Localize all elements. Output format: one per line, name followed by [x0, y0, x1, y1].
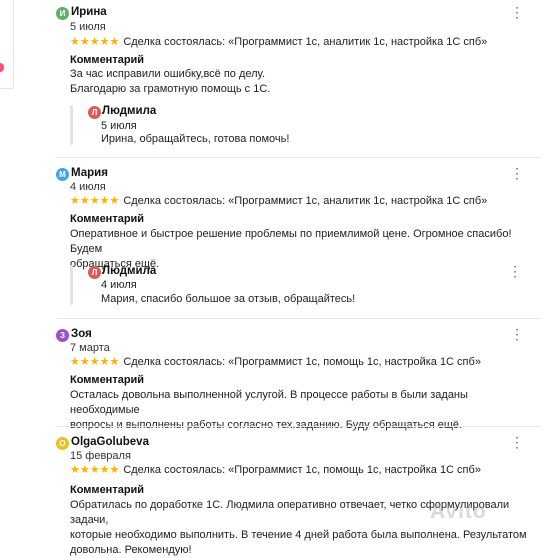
- more-options-icon[interactable]: ⋮: [510, 5, 524, 19]
- watermark: Avito: [430, 500, 487, 523]
- more-options-icon[interactable]: ⋮: [510, 166, 524, 180]
- deal-line: ★★★★★ Сделка состоялась: «Программист 1с,…: [70, 463, 481, 476]
- avatar: Л: [88, 266, 101, 279]
- review-card: O OlgaGolubeva ⋮ 15 февраля ★★★★★ Сделка …: [56, 435, 536, 556]
- review-date: 15 февраля: [70, 450, 131, 462]
- review-date: 7 марта: [70, 342, 110, 354]
- reply-indent-line: [70, 265, 73, 305]
- rating-stars-icon: ★★★★★: [70, 464, 120, 476]
- comment-label: Комментарий: [70, 484, 145, 496]
- reviewer-name: Ирина: [71, 6, 107, 18]
- comment-line: Благодарю за грамотную помощь с 1С.: [70, 83, 271, 95]
- comment-line: которые необходимо выполнить. В течение …: [70, 529, 527, 541]
- review-divider: [56, 426, 541, 427]
- reviewer-name: Мария: [71, 167, 108, 179]
- comment-text: За час исправили ошибку,всё по делу. Бла…: [70, 67, 530, 97]
- comment-line: довольна. Рекомендую!: [70, 544, 192, 556]
- rating-stars-icon: ★★★★★: [70, 36, 120, 48]
- comment-line: Осталась довольна выполненной услугой. В…: [70, 389, 468, 416]
- reply-text: Мария, спасибо большое за отзыв, обращай…: [101, 293, 356, 305]
- review-divider: [56, 157, 541, 158]
- reply-text: Ирина, обращайтесь, готова помочь!: [101, 133, 290, 145]
- review-date: 4 июля: [70, 181, 106, 193]
- avatar: И: [56, 7, 69, 20]
- reply-indent-line: [70, 105, 73, 145]
- rating-stars-icon: ★★★★★: [70, 356, 120, 368]
- reply-date: 4 июля: [101, 279, 137, 291]
- deal-text: Сделка состоялась: «Программист 1с, анал…: [123, 195, 488, 207]
- comment-line: За час исправили ошибку,всё по делу.: [70, 68, 266, 80]
- more-options-icon[interactable]: ⋮: [508, 264, 522, 278]
- deal-text: Сделка состоялась: «Программист 1с, анал…: [123, 36, 488, 48]
- deal-line: ★★★★★ Сделка состоялась: «Программист 1с,…: [70, 35, 487, 48]
- left-panel-edge: [0, 0, 14, 540]
- reply-author-name: Людмила: [102, 105, 157, 117]
- review-card: З Зоя ⋮ 7 марта ★★★★★ Сделка состоялась: …: [56, 327, 536, 431]
- more-options-icon[interactable]: ⋮: [510, 327, 524, 341]
- review-date: 5 июля: [70, 21, 106, 33]
- deal-line: ★★★★★ Сделка состоялась: «Программист 1с,…: [70, 194, 487, 207]
- deal-line: ★★★★★ Сделка состоялась: «Программист 1с,…: [70, 355, 481, 368]
- reviewer-name: Зоя: [71, 328, 92, 340]
- avatar: М: [56, 168, 69, 181]
- more-options-icon[interactable]: ⋮: [510, 435, 524, 449]
- comment-label: Комментарий: [70, 213, 145, 225]
- reviewer-name: OlgaGolubeva: [71, 436, 149, 448]
- reply-author-name: Людмила: [102, 265, 157, 277]
- deal-text: Сделка состоялась: «Программист 1с, помо…: [123, 464, 481, 476]
- deal-text: Сделка состоялась: «Программист 1с, помо…: [123, 356, 481, 368]
- avatar: O: [56, 437, 69, 450]
- review-divider: [56, 318, 541, 319]
- reply-date: 5 июля: [101, 120, 137, 132]
- left-panel-divider: [0, 88, 14, 89]
- rating-stars-icon: ★★★★★: [70, 195, 120, 207]
- avatar: Л: [88, 106, 101, 119]
- comment-label: Комментарий: [70, 54, 145, 66]
- avatar: З: [56, 329, 69, 342]
- comment-line: Оперативное и быстрое решение проблемы п…: [70, 228, 512, 255]
- left-panel-border: [13, 0, 14, 90]
- comment-label: Комментарий: [70, 374, 145, 386]
- seller-reply: Л Людмила 5 июля Ирина, обращайтесь, гот…: [70, 105, 528, 150]
- seller-reply: Л Людмила ⋮ 4 июля Мария, спасибо большо…: [70, 264, 528, 310]
